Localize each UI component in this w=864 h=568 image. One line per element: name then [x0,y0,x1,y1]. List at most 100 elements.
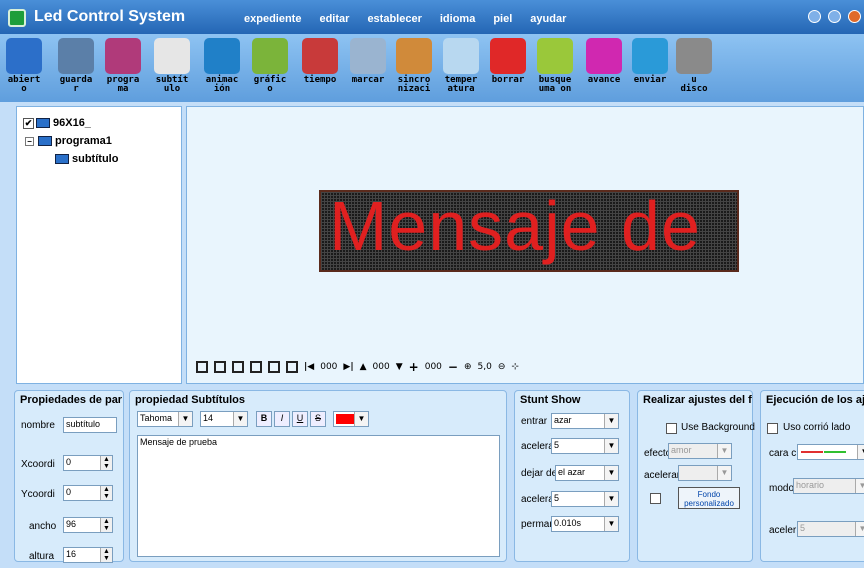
side-checkbox[interactable] [767,423,778,434]
minimize-icon[interactable] [808,10,821,23]
height-spinner[interactable]: ▲ ▼ [100,548,112,562]
toolbar-button-3[interactable]: subtít ulo [148,34,196,102]
size-select[interactable]: 14 ▼ [200,411,248,427]
toolbar-button-2[interactable]: progra ma [98,34,148,102]
toolbar-button-12[interactable]: avance [580,34,628,102]
strike-button[interactable]: S [310,411,326,427]
font-select[interactable]: Tahoma ▼ [137,411,193,427]
align-bottom-icon[interactable] [268,361,280,373]
collapse-icon[interactable]: − [25,136,34,146]
face-select[interactable]: ▼ [797,444,864,460]
toolbar-button-1[interactable]: guarda r [52,34,100,102]
toolbar-button-4[interactable]: animac ión [198,34,246,102]
first-frame-icon[interactable]: |◀ [304,362,314,372]
toolbar-button-8[interactable]: sincro nizaci [392,34,436,102]
menu-editar[interactable]: editar [319,13,349,25]
leave-dropdown-icon[interactable]: ▼ [604,466,618,480]
subtitle-panel: propiedad Subtítulos Tahoma ▼ 14 ▼ B I U S… [129,390,507,562]
down-icon[interactable]: ▼ [396,362,403,372]
toolbar-label-line2: ulo [163,84,181,94]
film-icon [105,38,141,74]
tree-program[interactable]: − programa1 [25,135,112,147]
name-field[interactable]: subtítulo [63,417,117,433]
settings-accel-label: acelerar [644,470,681,481]
use-background-checkbox[interactable] [666,423,677,434]
accel-select[interactable]: 5 ▼ [551,438,619,454]
y-spinner[interactable]: ▲ ▼ [100,486,112,500]
toolbar-button-14[interactable]: u disco [672,34,716,102]
align-center-icon[interactable] [232,361,244,373]
subtitle-text-area[interactable]: Mensaje de prueba [137,435,500,557]
accel2-dropdown-icon[interactable]: ▼ [604,492,618,506]
toolbar-button-10[interactable]: borrar [486,34,530,102]
x-spinner[interactable]: ▲ ▼ [100,456,112,470]
mode-dropdown-icon[interactable]: ▼ [855,479,864,493]
custom-background-checkbox[interactable] [650,493,661,504]
custom-background-button[interactable]: Fondo personalizado [678,487,740,509]
toolbar-button-11[interactable]: busque uma on [530,34,580,102]
italic-button[interactable]: I [274,411,290,427]
toolbar-button-5[interactable]: gráfic o [246,34,294,102]
zoom-out-icon[interactable]: ⊖ [498,362,506,372]
toolbar-button-7[interactable]: marcar [344,34,392,102]
leave-select[interactable]: el azar ▼ [555,465,619,481]
menu-ayudar[interactable]: ayudar [530,13,566,25]
color-dropdown-icon[interactable]: ▼ [354,412,368,426]
accel-dropdown-icon[interactable]: ▼ [604,439,618,453]
underline-button[interactable]: U [292,411,308,427]
font-dropdown-icon[interactable]: ▼ [178,412,192,426]
menu-expediente[interactable]: expediente [244,13,301,25]
align-vertical-icon[interactable] [214,361,226,373]
enter-select[interactable]: azar ▼ [551,413,619,429]
width-field[interactable]: 96 ▲ ▼ [63,517,113,533]
align-full-icon[interactable] [196,361,208,373]
y-field[interactable]: 0 ▲ ▼ [63,485,113,501]
toolbar-label-line2: uma on [538,84,572,94]
zoom-in-icon[interactable]: ⊕ [464,362,472,372]
stay-select[interactable]: 0.010s ▼ [551,516,619,532]
toolbar-button-9[interactable]: temper atura [436,34,486,102]
toolbar-label: u disco [672,76,716,94]
menu-piel[interactable]: piel [493,13,512,25]
toolbar-button-6[interactable]: tiempo [296,34,344,102]
root-checkbox[interactable]: ✔ [23,117,34,129]
toolbar-button-13[interactable]: enviar [628,34,672,102]
tree-root[interactable]: ✔ 96X16_ [23,117,91,129]
size-dropdown-icon[interactable]: ▼ [233,412,247,426]
fit-icon[interactable]: ⊹ [511,362,519,372]
settings-accel-select[interactable]: ▼ [678,465,732,481]
stay-dropdown-icon[interactable]: ▼ [604,517,618,531]
color-select[interactable]: ▼ [333,411,369,427]
accel2-select[interactable]: 5 ▼ [551,491,619,507]
bold-button[interactable]: B [256,411,272,427]
exec-accel-select[interactable]: 5▼ [797,521,864,537]
height-field[interactable]: 16 ▲ ▼ [63,547,113,563]
effect-dropdown-icon[interactable]: ▼ [717,444,731,458]
plus-icon[interactable]: + [409,360,419,374]
close-icon[interactable] [848,10,861,23]
menu-establecer[interactable]: establecer [367,13,421,25]
face-dropdown-icon[interactable]: ▼ [857,445,864,459]
align-right-icon[interactable] [286,361,298,373]
height-value: 16 [66,549,77,559]
menu-idioma[interactable]: idioma [440,13,475,25]
x-field[interactable]: 0 ▲ ▼ [63,455,113,471]
effect-select[interactable]: amor ▼ [668,443,732,459]
settings-accel-dropdown-icon[interactable]: ▼ [717,466,731,480]
mode-select[interactable]: horario ▼ [793,478,864,494]
accel-label: acelera [521,441,554,452]
tree-subtitle-item[interactable]: subtítulo [55,153,118,165]
toolbar-button-0[interactable]: abiert o [0,34,48,102]
y-label: Ycoordi [21,489,55,500]
exec-accel-dropdown-icon[interactable]: ▼ [855,522,864,536]
up-icon[interactable]: ▲ [360,362,367,372]
width-spinner[interactable]: ▲ ▼ [100,518,112,532]
minus-icon[interactable]: − [448,360,458,374]
app-title: Led Control System [34,8,186,25]
restore-icon[interactable] [828,10,841,23]
next-frame-icon[interactable]: ▶| [343,362,353,372]
align-left-icon[interactable] [250,361,262,373]
enter-dropdown-icon[interactable]: ▼ [604,414,618,428]
toolbar-label-line2: ión [213,84,231,94]
preview-controls: |◀ 000 ▶| ▲ 000 ▼ + 000 − ⊕ 5,0 ⊖ ⊹ [196,356,519,378]
